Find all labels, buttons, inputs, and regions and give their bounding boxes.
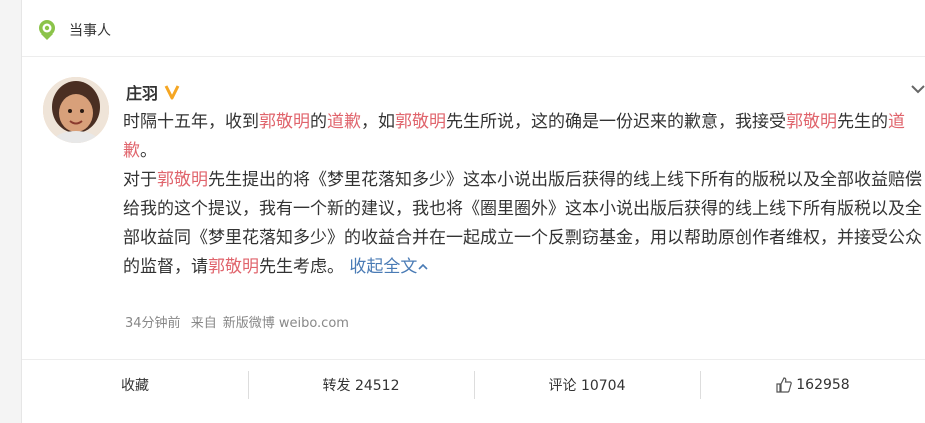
post-text: 的 bbox=[310, 112, 327, 132]
highlighted-keyword[interactable]: 道歉 bbox=[327, 112, 361, 132]
source-prefix: 来自 bbox=[190, 316, 217, 331]
post-text: 先生所说，这的确是一份迟来的歉意，我接受 bbox=[446, 112, 786, 132]
post-text: 先生的 bbox=[837, 112, 888, 132]
post-text: ，如 bbox=[361, 112, 395, 132]
author-name[interactable]: 庄羽 bbox=[126, 80, 180, 104]
highlighted-keyword[interactable]: 郭敬明 bbox=[259, 112, 310, 132]
verified-v-icon bbox=[164, 85, 180, 100]
post-time[interactable]: 34分钟前 bbox=[125, 316, 181, 331]
highlighted-keyword[interactable]: 郭敬明 bbox=[786, 112, 837, 132]
post-meta: 34分钟前 来自 新版微博 weibo.com bbox=[125, 312, 355, 331]
avatar[interactable] bbox=[43, 77, 109, 143]
topic-bar: 当事人 bbox=[22, 0, 925, 57]
comment-button[interactable]: 评论 10704 bbox=[474, 360, 700, 410]
thumbs-up-icon bbox=[776, 377, 793, 393]
chevron-down-icon[interactable] bbox=[909, 80, 925, 98]
post-text: 先生考虑。 bbox=[259, 257, 344, 277]
post-body: 时隔十五年，收到郭敬明的道歉，如郭敬明先生所说，这的确是一份迟来的歉意，我接受郭… bbox=[123, 108, 923, 282]
highlighted-keyword[interactable]: 郭敬明 bbox=[395, 112, 446, 132]
weibo-post-card: 当事人 庄羽 时隔十五年，收到郭敬明的道歉，如郭敬明先生所说，这的确是一份迟来的… bbox=[21, 0, 925, 423]
like-button[interactable]: 162958 bbox=[700, 360, 925, 410]
topic-title[interactable]: 当事人 bbox=[69, 20, 111, 40]
repost-button[interactable]: 转发 24512 bbox=[248, 360, 474, 410]
post-paragraph-1: 时隔十五年，收到郭敬明的道歉，如郭敬明先生所说，这的确是一份迟来的歉意，我接受郭… bbox=[123, 108, 923, 166]
highlighted-keyword[interactable]: 郭敬明 bbox=[157, 170, 208, 190]
post-text: 时隔十五年，收到 bbox=[123, 112, 259, 132]
highlighted-keyword[interactable]: 郭敬明 bbox=[208, 257, 259, 277]
post-source[interactable]: 新版微博 weibo.com bbox=[223, 316, 349, 331]
location-pin-icon bbox=[39, 20, 55, 40]
chevron-up-icon bbox=[418, 263, 428, 270]
post-text: 对于 bbox=[123, 170, 157, 190]
action-bar: 收藏 转发 24512 评论 10704 162958 bbox=[22, 359, 925, 410]
favorite-button[interactable]: 收藏 bbox=[22, 360, 248, 410]
collapse-link[interactable]: 收起全文 bbox=[349, 257, 429, 277]
post-text: 。 bbox=[140, 141, 157, 161]
post-paragraph-2: 对于郭敬明先生提出的将《梦里花落知多少》这本小说出版后获得的线上线下所有的版税以… bbox=[123, 166, 923, 282]
